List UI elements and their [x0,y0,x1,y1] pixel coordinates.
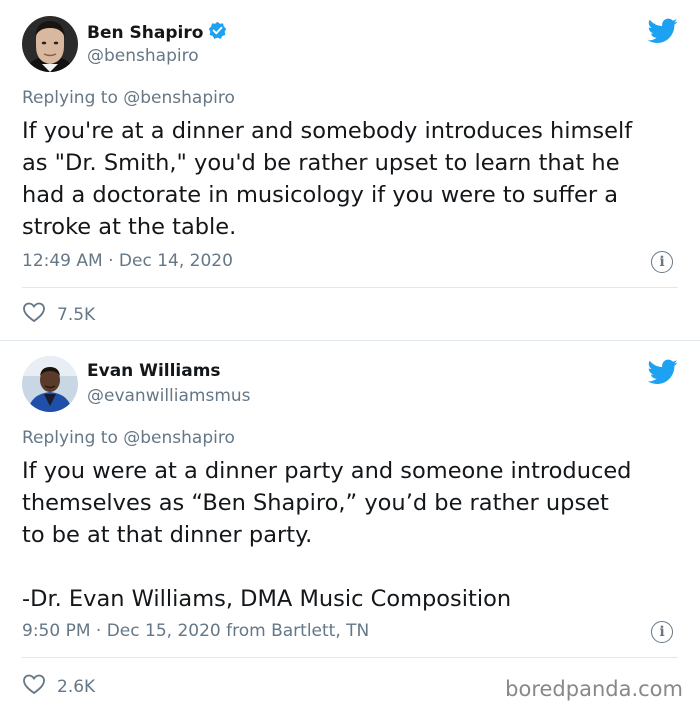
info-icon[interactable]: i [651,621,673,643]
watermark: boredpanda.com [505,677,683,701]
author-handle[interactable]: @evanwilliamsmus [87,386,251,406]
replying-to[interactable]: Replying to @benshapiro [22,88,235,108]
like-button[interactable]: 7.5K [22,301,95,328]
divider [22,657,678,658]
avatar-evan-williams[interactable] [22,356,78,412]
tweet-text: If you were at a dinner party and someon… [22,458,632,612]
author-name[interactable]: Evan Williams [87,361,221,381]
tweet-timestamp[interactable]: 12:49 AM · Dec 14, 2020 [22,251,233,271]
tweet-ben-shapiro: Ben Shapiro @benshapiro Replying to @ben… [0,0,700,340]
author-name[interactable]: Ben Shapiro [87,21,227,45]
divider [22,287,678,288]
tweet-evan-williams: Evan Williams @evanwilliamsmus Replying … [0,341,700,712]
info-icon[interactable]: i [651,251,673,273]
twitter-bird-icon[interactable] [647,359,678,385]
heart-icon [22,301,46,328]
replying-to[interactable]: Replying to @benshapiro [22,428,235,448]
verified-badge-icon [208,21,227,45]
tweet-text: If you're at a dinner and somebody intro… [22,118,633,240]
heart-icon [22,673,46,700]
like-button[interactable]: 2.6K [22,673,95,700]
twitter-bird-icon[interactable] [647,18,678,44]
author-handle[interactable]: @benshapiro [87,46,199,66]
like-count: 7.5K [57,304,96,325]
tweet-timestamp[interactable]: 9:50 PM · Dec 15, 2020 from Bartlett, TN [22,621,369,641]
avatar-ben-shapiro[interactable] [22,16,78,72]
like-count: 2.6K [57,676,96,697]
